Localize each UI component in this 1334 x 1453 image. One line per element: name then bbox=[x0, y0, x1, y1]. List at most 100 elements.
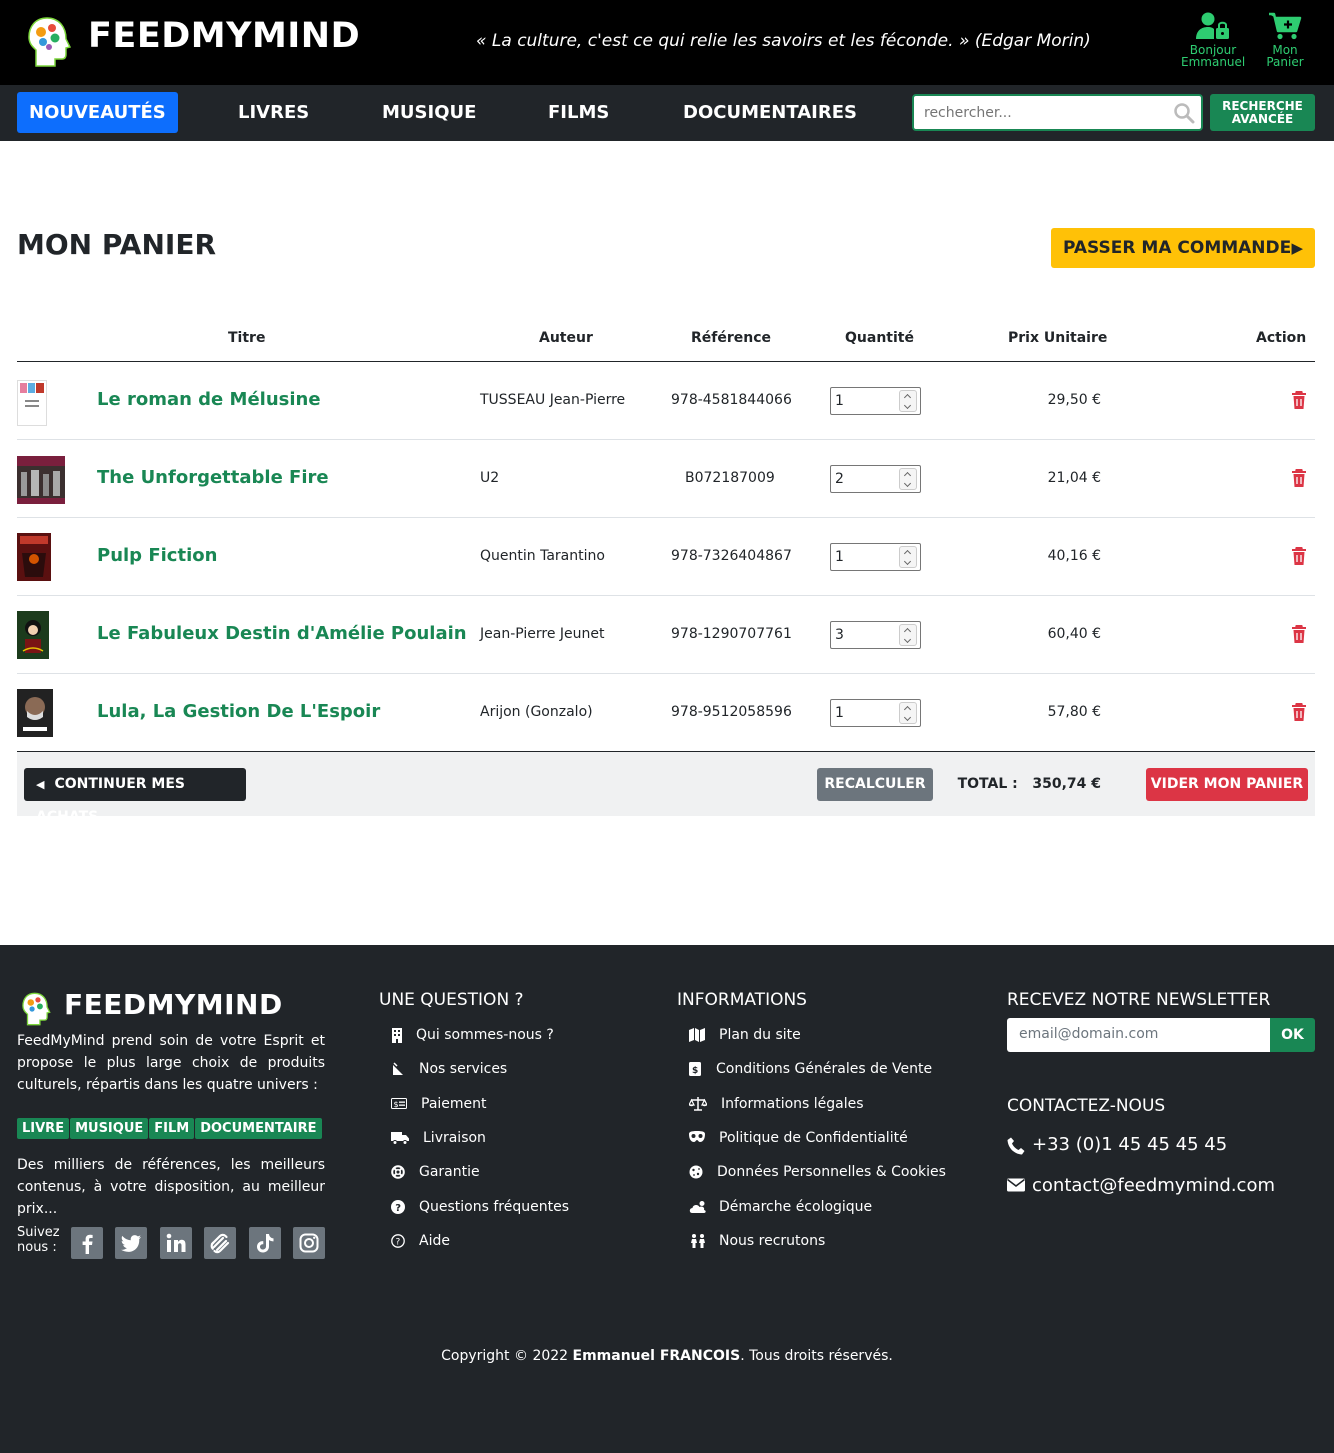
quantity-stepper[interactable]: 2 bbox=[830, 465, 921, 493]
documentary-poster-thumbnail[interactable] bbox=[17, 689, 53, 737]
product-title-link[interactable]: Le Fabuleux Destin d'Amélie Poulain bbox=[97, 623, 467, 644]
col-header-author: Auteur bbox=[539, 330, 593, 346]
movie-poster-thumbnail[interactable] bbox=[17, 611, 49, 659]
phone-number: +33 (0)1 45 45 45 45 bbox=[1032, 1134, 1228, 1155]
product-author: Arijon (Gonzalo) bbox=[480, 704, 593, 720]
brand-title[interactable]: FEEDMYMIND bbox=[88, 16, 360, 56]
cart-label-line2: Panier bbox=[1266, 55, 1304, 69]
map-icon bbox=[689, 1028, 705, 1042]
col-header-title: Titre bbox=[228, 330, 266, 346]
linkedin-link[interactable] bbox=[160, 1227, 192, 1259]
col-header-quantity: Quantité bbox=[845, 330, 914, 346]
nav-item-documentaires[interactable]: DOCUMENTAIRES bbox=[671, 92, 869, 133]
cart-plus-icon bbox=[1269, 12, 1302, 40]
link-label: Conditions Générales de Vente bbox=[716, 1061, 933, 1077]
account-link[interactable]: Bonjour Emmanuel bbox=[1181, 12, 1245, 68]
newsletter-title: RECEVEZ NOTRE NEWSLETTER bbox=[1007, 990, 1271, 1010]
email-address: contact@feedmymind.com bbox=[1032, 1175, 1275, 1196]
svg-text:?: ? bbox=[395, 1203, 401, 1214]
spinner-icon[interactable] bbox=[899, 390, 917, 412]
search-icon[interactable] bbox=[1173, 102, 1195, 124]
total-value: 350,74 € bbox=[1032, 776, 1101, 792]
search-box bbox=[912, 94, 1203, 131]
twitter-icon bbox=[121, 1235, 141, 1252]
link-label: Nous recrutons bbox=[719, 1233, 826, 1249]
cart-link[interactable]: Mon Panier bbox=[1262, 12, 1308, 68]
phone-icon bbox=[1007, 1137, 1025, 1155]
album-cover-thumbnail[interactable] bbox=[17, 456, 65, 504]
spinner-icon[interactable] bbox=[899, 468, 917, 490]
nav-item-livres[interactable]: LIVRES bbox=[226, 92, 321, 133]
empty-cart-button[interactable]: VIDER MON PANIER bbox=[1146, 768, 1308, 801]
question-circle-icon: ? bbox=[391, 1200, 405, 1214]
nav-item-nouveautes[interactable]: NOUVEAUTÉS bbox=[17, 92, 178, 133]
quantity-stepper[interactable]: 1 bbox=[830, 543, 921, 571]
place-order-button[interactable]: PASSER MA COMMANDE ▶ bbox=[1051, 228, 1315, 268]
recalculate-button[interactable]: RECALCULER bbox=[817, 768, 933, 801]
instagram-link[interactable] bbox=[293, 1227, 325, 1259]
quantity-stepper[interactable]: 1 bbox=[830, 387, 921, 415]
badge-livre[interactable]: LIVRE bbox=[17, 1118, 70, 1139]
product-title-link[interactable]: Pulp Fiction bbox=[97, 545, 217, 566]
copyright-prefix: Copyright © 2022 bbox=[441, 1348, 573, 1364]
instagram-icon bbox=[299, 1233, 319, 1253]
truck-icon bbox=[391, 1132, 409, 1145]
twitter-link[interactable] bbox=[115, 1227, 147, 1259]
product-reference: 978-7326404867 bbox=[671, 548, 792, 564]
people-icon bbox=[691, 1234, 705, 1248]
product-author: Quentin Tarantino bbox=[480, 548, 605, 564]
tiktok-icon bbox=[257, 1234, 274, 1253]
building-icon bbox=[392, 1028, 402, 1043]
logo-icon[interactable] bbox=[21, 992, 51, 1026]
total-label: TOTAL : bbox=[957, 776, 1018, 792]
badge-musique[interactable]: MUSIQUE bbox=[70, 1118, 149, 1139]
trash-icon[interactable] bbox=[1291, 469, 1307, 488]
product-title-link[interactable]: The Unforgettable Fire bbox=[97, 467, 329, 488]
squarespace-link[interactable] bbox=[204, 1227, 236, 1259]
quantity-stepper[interactable]: 3 bbox=[830, 621, 921, 649]
badge-documentaire[interactable]: DOCUMENTAIRE bbox=[195, 1118, 322, 1139]
cart-row: Le roman de Mélusine TUSSEAU Jean-Pierre… bbox=[17, 362, 1315, 440]
advanced-search-button[interactable]: RECHERCHE AVANCÉE bbox=[1210, 94, 1315, 131]
cart-row: Pulp Fiction Quentin Tarantino 978-73264… bbox=[17, 518, 1315, 596]
trash-icon[interactable] bbox=[1291, 703, 1307, 722]
spinner-icon[interactable] bbox=[899, 546, 917, 568]
follow-us-label: Suivez nous : bbox=[17, 1225, 60, 1255]
product-title-link[interactable]: Lula, La Gestion De L'Espoir bbox=[97, 701, 380, 722]
link-label: Démarche écologique bbox=[719, 1199, 873, 1215]
badge-film[interactable]: FILM bbox=[149, 1118, 195, 1139]
cart-row: Le Fabuleux Destin d'Amélie Poulain Jean… bbox=[17, 596, 1315, 674]
continue-shopping-button[interactable]: ◀ CONTINUER MES ACHATS bbox=[24, 768, 246, 825]
trash-icon[interactable] bbox=[1291, 547, 1307, 566]
trash-icon[interactable] bbox=[1291, 391, 1307, 410]
link-label: Paiement bbox=[421, 1096, 487, 1112]
logo-icon[interactable] bbox=[27, 16, 71, 68]
quantity-stepper[interactable]: 1 bbox=[830, 699, 921, 727]
file-invoice-dollar-icon: $ bbox=[689, 1062, 701, 1076]
nav-item-musique[interactable]: MUSIQUE bbox=[370, 92, 488, 133]
nav-item-films[interactable]: FILMS bbox=[536, 92, 621, 133]
spinner-icon[interactable] bbox=[899, 624, 917, 646]
facebook-link[interactable] bbox=[71, 1227, 103, 1259]
search-input[interactable] bbox=[914, 96, 1164, 129]
tiktok-link[interactable] bbox=[249, 1227, 281, 1259]
mask-icon bbox=[689, 1131, 705, 1142]
quantity-value: 1 bbox=[835, 393, 844, 409]
movie-poster-thumbnail[interactable] bbox=[17, 533, 51, 581]
newsletter-submit-button[interactable]: OK bbox=[1270, 1018, 1315, 1052]
facebook-icon bbox=[82, 1234, 93, 1254]
link-label: Aide bbox=[419, 1233, 450, 1249]
product-title-link[interactable]: Le roman de Mélusine bbox=[97, 389, 321, 410]
newsletter-email-input[interactable]: email@domain.com bbox=[1007, 1018, 1270, 1052]
spinner-icon[interactable] bbox=[899, 702, 917, 724]
book-cover-thumbnail[interactable] bbox=[17, 380, 47, 426]
quantity-value: 1 bbox=[835, 549, 844, 565]
question-circle-outline-icon: ? bbox=[391, 1234, 405, 1248]
unit-price: 60,40 € bbox=[1047, 626, 1101, 642]
cookie-icon bbox=[689, 1165, 703, 1179]
continue-shopping-label: CONTINUER MES ACHATS bbox=[36, 776, 186, 825]
link-label: Livraison bbox=[423, 1130, 486, 1146]
link-label: Informations légales bbox=[721, 1096, 864, 1112]
trash-icon[interactable] bbox=[1291, 625, 1307, 644]
page-title: MON PANIER bbox=[17, 228, 217, 261]
